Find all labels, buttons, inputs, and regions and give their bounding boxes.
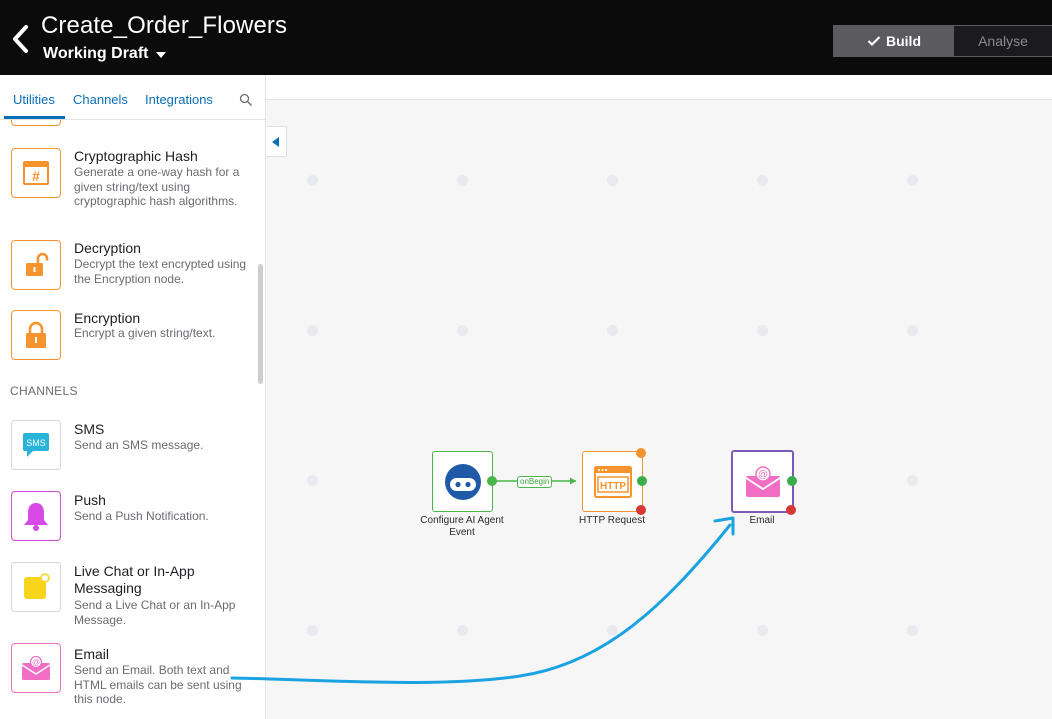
item-desc: Send a Push Notification. (74, 509, 209, 523)
node-email[interactable]: @ (731, 450, 794, 513)
item-desc: Decrypt the text encrypted using the Enc… (74, 257, 247, 286)
node-label: HTTP Request (579, 515, 645, 526)
lock-icon (11, 310, 61, 360)
item-title: Email (74, 646, 110, 662)
robot-icon (444, 463, 481, 500)
analyse-button[interactable]: Analyse (954, 26, 1052, 56)
unlock-icon (11, 240, 61, 290)
svg-text:@: @ (32, 658, 40, 667)
http-icon: HTTP (593, 465, 632, 498)
palette-scrollbar[interactable] (258, 264, 263, 384)
partial-item-icon (11, 120, 61, 126)
build-label: Build (886, 33, 921, 49)
check-icon (867, 36, 881, 47)
edge-label-onbegin[interactable]: onBegin (517, 476, 553, 488)
item-title: Cryptographic Hash (74, 148, 198, 164)
svg-text:HTTP: HTTP (599, 481, 625, 492)
item-desc: Generate a one-way hash for a given stri… (74, 165, 240, 208)
search-icon[interactable] (239, 93, 253, 107)
svg-text:@: @ (757, 469, 767, 480)
palette-item-live-chat[interactable]: Live Chat or In-App Messaging Send a Liv… (0, 562, 258, 637)
back-arrow-icon[interactable] (8, 22, 34, 56)
palette-item-email[interactable]: @ Email Send an Email. Both text and HTM… (0, 643, 258, 718)
active-tab-indicator (4, 116, 65, 119)
flow-canvas[interactable]: Configure AI Agent Event onBegin HTTP HT… (266, 75, 1052, 719)
item-desc: Send an SMS message. (74, 438, 204, 452)
palette-item-cryptographic-hash[interactable]: # Cryptographic Hash Generate a one-way … (0, 145, 258, 230)
channels-section-label: CHANNELS (10, 384, 78, 398)
palette-tabs: Utilities Channels Integrations (0, 75, 265, 120)
hash-icon: # (11, 148, 61, 198)
build-button[interactable]: Build (834, 26, 954, 56)
palette-item-push[interactable]: Push Send a Push Notification. (0, 491, 258, 546)
palette-item-sms[interactable]: SMS SMS Send an SMS message. (0, 420, 258, 475)
bell-icon (11, 491, 61, 541)
item-desc: Send an Email. Both text and HTML emails… (74, 663, 242, 706)
svg-text:SMS: SMS (26, 438, 46, 448)
node-http-request[interactable]: HTTP (582, 451, 643, 512)
palette-item-encryption[interactable]: Encryption Encrypt a given string/text. (0, 310, 258, 365)
caret-down-icon (156, 52, 167, 58)
chat-bubble-icon (11, 562, 61, 612)
tab-integrations[interactable]: Integrations (145, 92, 213, 107)
item-title: SMS (74, 421, 105, 437)
node-configure-ai-agent-event[interactable] (432, 451, 493, 512)
error-port[interactable] (786, 505, 796, 515)
version-label: Working Draft (43, 45, 149, 62)
sms-icon: SMS (11, 420, 61, 470)
edge-arrowhead (570, 477, 576, 485)
palette-list: # Cryptographic Hash Generate a one-way … (0, 120, 258, 719)
svg-text:#: # (32, 168, 40, 184)
port-top[interactable] (636, 448, 646, 458)
version-dropdown[interactable]: Working Draft (43, 45, 167, 63)
email-icon: @ (745, 465, 780, 497)
item-title: Live Chat or In-App Messaging (74, 563, 195, 596)
connections-layer (496, 477, 576, 485)
palette-item-decryption[interactable]: Decryption Decrypt the text encrypted us… (0, 238, 258, 298)
flow-title: Create_Order_Flowers (41, 12, 288, 39)
mode-toggle: Build Analyse (833, 25, 1052, 57)
top-bar: Create_Order_Flowers Working Draft Build… (0, 0, 1052, 75)
node-label: Email (749, 515, 775, 526)
node-label: Configure AI Agent Event (420, 515, 504, 538)
error-port[interactable] (636, 505, 646, 515)
node-palette: Utilities Channels Integrations # Crypto… (0, 75, 266, 719)
item-desc: Send a Live Chat or an In-App Message. (74, 598, 236, 627)
email-icon: @ (11, 643, 61, 693)
item-title: Decryption (74, 240, 141, 256)
item-desc: Encrypt a given string/text. (74, 326, 216, 340)
tab-channels[interactable]: Channels (73, 92, 128, 107)
item-title: Push (74, 492, 106, 508)
output-port[interactable] (637, 476, 647, 486)
analyse-label: Analyse (978, 33, 1028, 49)
item-title: Encryption (74, 310, 141, 326)
output-port[interactable] (487, 476, 497, 486)
tab-utilities[interactable]: Utilities (13, 92, 55, 107)
output-port[interactable] (787, 476, 797, 486)
